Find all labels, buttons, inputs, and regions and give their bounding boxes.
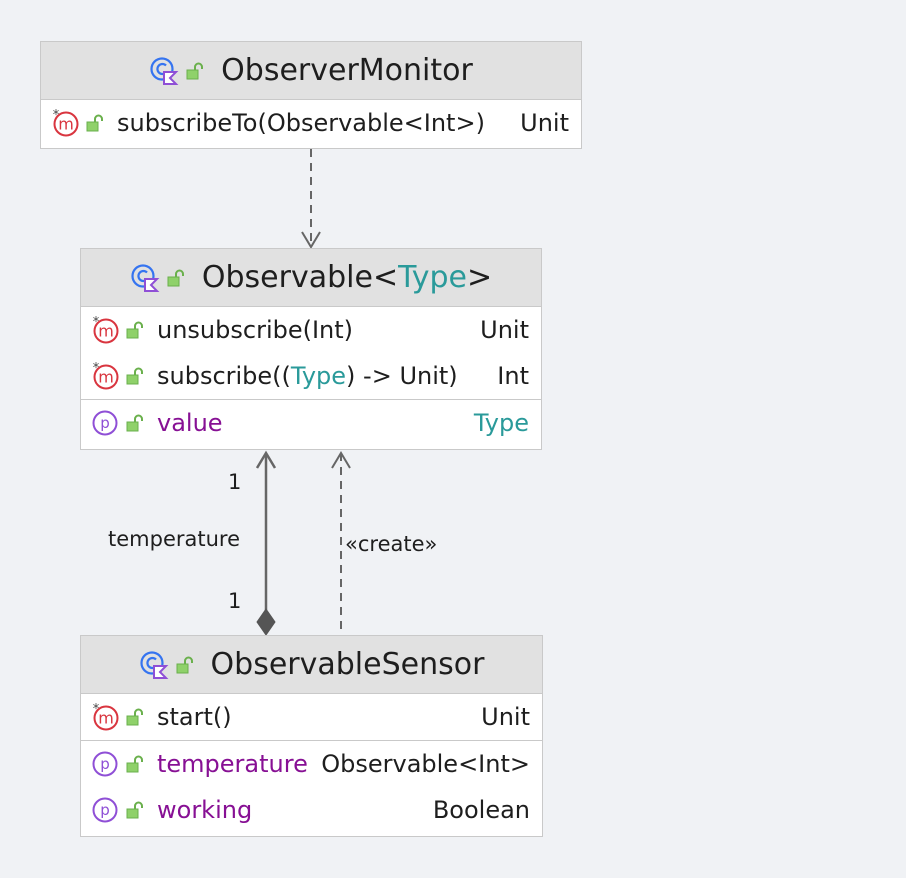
public-lock-icon bbox=[125, 754, 145, 774]
svg-text:m: m bbox=[98, 709, 114, 728]
kotlin-class-icon bbox=[149, 56, 179, 86]
method-row-subscribe[interactable]: m * subscribe((Type) -> Unit) Int bbox=[81, 353, 541, 399]
methods-section: m * start() Unit bbox=[81, 694, 542, 740]
public-lock-icon bbox=[175, 655, 195, 675]
composition-role-label: temperature bbox=[108, 527, 240, 551]
property-icon: p bbox=[91, 796, 119, 824]
property-type: Type bbox=[473, 409, 529, 437]
class-name: ObserverMonitor bbox=[221, 53, 473, 88]
svg-text:*: * bbox=[93, 316, 100, 330]
methods-section: m * subscribeTo(Observable<Int>) Unit bbox=[41, 100, 581, 146]
method-return-type: Unit bbox=[520, 109, 569, 137]
kotlin-class-icon bbox=[130, 263, 160, 293]
abstract-method-icon: m * bbox=[91, 362, 119, 390]
class-box-observable-sensor[interactable]: ObservableSensor m * start() Unit p tempe… bbox=[80, 635, 543, 837]
class-name: ObservableSensor bbox=[210, 647, 485, 682]
public-lock-icon bbox=[166, 268, 186, 288]
property-row-temperature[interactable]: p temperature Observable<Int> bbox=[81, 741, 542, 787]
property-type: Boolean bbox=[432, 796, 530, 824]
svg-text:m: m bbox=[58, 115, 74, 134]
property-icon: p bbox=[91, 409, 119, 437]
composition-diamond bbox=[256, 608, 276, 636]
svg-text:p: p bbox=[100, 801, 110, 819]
properties-section: p temperature Observable<Int> p working … bbox=[81, 740, 542, 833]
method-return-type: Unit bbox=[481, 703, 530, 731]
abstract-method-icon: m * bbox=[91, 703, 119, 731]
composition-source-multiplicity: 1 bbox=[228, 589, 242, 613]
public-lock-icon bbox=[125, 320, 145, 340]
property-row-working[interactable]: p working Boolean bbox=[81, 787, 542, 833]
property-type: Observable<Int> bbox=[321, 750, 530, 778]
class-header[interactable]: ObservableSensor bbox=[81, 636, 542, 694]
method-row-unsubscribe[interactable]: m * unsubscribe(Int) Unit bbox=[81, 307, 541, 353]
method-return-type: Unit bbox=[480, 316, 529, 344]
create-stereotype-label: «create» bbox=[345, 532, 438, 556]
methods-section: m * unsubscribe(Int) Unit m * subscribe((T… bbox=[81, 307, 541, 399]
class-header[interactable]: Observable<Type> bbox=[81, 249, 541, 307]
svg-text:*: * bbox=[93, 703, 100, 717]
public-lock-icon bbox=[125, 800, 145, 820]
composition-target-multiplicity: 1 bbox=[228, 470, 242, 494]
class-box-observer-monitor[interactable]: ObserverMonitor m * subscribeTo(Observabl… bbox=[40, 41, 582, 149]
public-lock-icon bbox=[125, 707, 145, 727]
property-name: working bbox=[157, 796, 253, 824]
properties-section: p value Type bbox=[81, 399, 541, 446]
svg-text:p: p bbox=[100, 755, 110, 773]
abstract-method-icon: m * bbox=[51, 109, 79, 137]
property-row-value[interactable]: p value Type bbox=[81, 400, 541, 446]
svg-text:*: * bbox=[53, 109, 60, 123]
method-signature: start() bbox=[157, 703, 232, 731]
class-header[interactable]: ObserverMonitor bbox=[41, 42, 581, 100]
svg-text:m: m bbox=[98, 368, 114, 387]
method-signature: subscribe((Type) -> Unit) bbox=[157, 362, 458, 390]
method-signature: unsubscribe(Int) bbox=[157, 316, 354, 344]
svg-text:*: * bbox=[93, 362, 100, 376]
svg-text:p: p bbox=[100, 414, 110, 432]
public-lock-icon bbox=[125, 366, 145, 386]
public-lock-icon bbox=[185, 61, 205, 81]
class-name: Observable<Type> bbox=[201, 260, 493, 295]
kotlin-class-icon bbox=[139, 650, 169, 680]
property-name: value bbox=[157, 409, 223, 437]
method-row-start[interactable]: m * start() Unit bbox=[81, 694, 542, 740]
property-icon: p bbox=[91, 750, 119, 778]
property-name: temperature bbox=[157, 750, 308, 778]
class-box-observable[interactable]: Observable<Type> m * unsubscribe(Int) Uni… bbox=[80, 248, 542, 450]
public-lock-icon bbox=[85, 113, 105, 133]
method-return-type: Int bbox=[497, 362, 529, 390]
method-signature: subscribeTo(Observable<Int>) bbox=[117, 109, 485, 137]
svg-text:m: m bbox=[98, 322, 114, 341]
public-lock-icon bbox=[125, 413, 145, 433]
method-row-subscribe-to[interactable]: m * subscribeTo(Observable<Int>) Unit bbox=[41, 100, 581, 146]
abstract-method-icon: m * bbox=[91, 316, 119, 344]
